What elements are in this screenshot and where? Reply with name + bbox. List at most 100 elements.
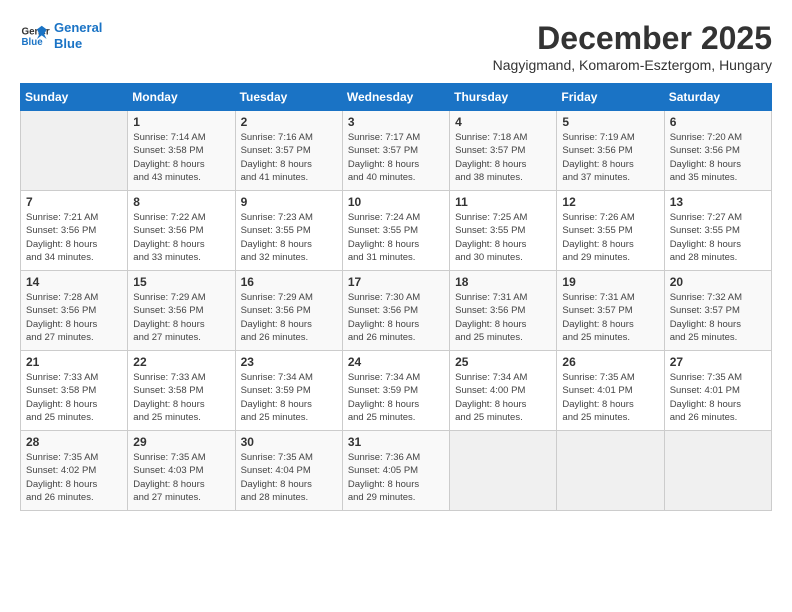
calendar-week-row: 7Sunrise: 7:21 AM Sunset: 3:56 PM Daylig…: [21, 191, 772, 271]
calendar-cell: 17Sunrise: 7:30 AM Sunset: 3:56 PM Dayli…: [342, 271, 449, 351]
day-number: 12: [562, 195, 658, 209]
title-block: December 2025 Nagyigmand, Komarom-Eszter…: [493, 20, 772, 73]
day-info: Sunrise: 7:25 AM Sunset: 3:55 PM Dayligh…: [455, 211, 551, 264]
day-number: 6: [670, 115, 766, 129]
day-info: Sunrise: 7:32 AM Sunset: 3:57 PM Dayligh…: [670, 291, 766, 344]
day-info: Sunrise: 7:33 AM Sunset: 3:58 PM Dayligh…: [133, 371, 229, 424]
weekday-header-monday: Monday: [128, 84, 235, 111]
day-info: Sunrise: 7:19 AM Sunset: 3:56 PM Dayligh…: [562, 131, 658, 184]
day-info: Sunrise: 7:22 AM Sunset: 3:56 PM Dayligh…: [133, 211, 229, 264]
day-number: 9: [241, 195, 337, 209]
day-info: Sunrise: 7:21 AM Sunset: 3:56 PM Dayligh…: [26, 211, 122, 264]
logo: General Blue General Blue: [20, 20, 102, 51]
calendar-cell: 7Sunrise: 7:21 AM Sunset: 3:56 PM Daylig…: [21, 191, 128, 271]
calendar-cell: 28Sunrise: 7:35 AM Sunset: 4:02 PM Dayli…: [21, 431, 128, 511]
calendar-cell: 30Sunrise: 7:35 AM Sunset: 4:04 PM Dayli…: [235, 431, 342, 511]
weekday-header-sunday: Sunday: [21, 84, 128, 111]
calendar-cell: 31Sunrise: 7:36 AM Sunset: 4:05 PM Dayli…: [342, 431, 449, 511]
day-number: 23: [241, 355, 337, 369]
day-info: Sunrise: 7:35 AM Sunset: 4:01 PM Dayligh…: [670, 371, 766, 424]
location-subtitle: Nagyigmand, Komarom-Esztergom, Hungary: [493, 57, 772, 73]
calendar-cell: 27 Sunrise: 7:35 AM Sunset: 4:01 PM Dayli…: [664, 351, 771, 431]
day-number: 24: [348, 355, 444, 369]
day-number: 13: [670, 195, 766, 209]
calendar-cell: 23 Sunrise: 7:34 AM Sunset: 3:59 PM Dayli…: [235, 351, 342, 431]
day-info: Sunrise: 7:27 AM Sunset: 3:55 PM Dayligh…: [670, 211, 766, 264]
day-info: Sunrise: 7:33 AM Sunset: 3:58 PM Dayligh…: [26, 371, 122, 424]
calendar-cell: [21, 111, 128, 191]
calendar-cell: [450, 431, 557, 511]
day-number: 14: [26, 275, 122, 289]
calendar-cell: 5 Sunrise: 7:19 AM Sunset: 3:56 PM Daylig…: [557, 111, 664, 191]
calendar-week-row: 14 Sunrise: 7:28 AM Sunset: 3:56 PM Dayli…: [21, 271, 772, 351]
calendar-cell: 24 Sunrise: 7:34 AM Sunset: 3:59 PM Dayli…: [342, 351, 449, 431]
calendar-cell: 10 Sunrise: 7:24 AM Sunset: 3:55 PM Dayli…: [342, 191, 449, 271]
calendar-cell: 9 Sunrise: 7:23 AM Sunset: 3:55 PM Daylig…: [235, 191, 342, 271]
svg-text:Blue: Blue: [22, 37, 44, 48]
day-number: 1: [133, 115, 229, 129]
calendar-cell: 15Sunrise: 7:29 AM Sunset: 3:56 PM Dayli…: [128, 271, 235, 351]
calendar-cell: 13 Sunrise: 7:27 AM Sunset: 3:55 PM Dayli…: [664, 191, 771, 271]
day-info: Sunrise: 7:26 AM Sunset: 3:55 PM Dayligh…: [562, 211, 658, 264]
day-number: 3: [348, 115, 444, 129]
weekday-header-thursday: Thursday: [450, 84, 557, 111]
day-info: Sunrise: 7:29 AM Sunset: 3:56 PM Dayligh…: [133, 291, 229, 344]
day-info: Sunrise: 7:36 AM Sunset: 4:05 PM Dayligh…: [348, 451, 444, 504]
day-info: Sunrise: 7:31 AM Sunset: 3:57 PM Dayligh…: [562, 291, 658, 344]
day-number: 17: [348, 275, 444, 289]
day-number: 5: [562, 115, 658, 129]
day-number: 10: [348, 195, 444, 209]
day-number: 29: [133, 435, 229, 449]
day-info: Sunrise: 7:35 AM Sunset: 4:02 PM Dayligh…: [26, 451, 122, 504]
calendar-cell: 8Sunrise: 7:22 AM Sunset: 3:56 PM Daylig…: [128, 191, 235, 271]
weekday-header-tuesday: Tuesday: [235, 84, 342, 111]
calendar-week-row: 1 Sunrise: 7:14 AM Sunset: 3:58 PM Daylig…: [21, 111, 772, 191]
day-info: Sunrise: 7:17 AM Sunset: 3:57 PM Dayligh…: [348, 131, 444, 184]
calendar-cell: 12 Sunrise: 7:26 AM Sunset: 3:55 PM Dayli…: [557, 191, 664, 271]
month-title: December 2025: [493, 20, 772, 57]
weekday-header-wednesday: Wednesday: [342, 84, 449, 111]
day-info: Sunrise: 7:18 AM Sunset: 3:57 PM Dayligh…: [455, 131, 551, 184]
day-number: 27: [670, 355, 766, 369]
calendar-body: 1 Sunrise: 7:14 AM Sunset: 3:58 PM Daylig…: [21, 111, 772, 511]
calendar-cell: 22 Sunrise: 7:33 AM Sunset: 3:58 PM Dayli…: [128, 351, 235, 431]
logo-line1: General: [54, 20, 102, 35]
calendar-cell: 3 Sunrise: 7:17 AM Sunset: 3:57 PM Daylig…: [342, 111, 449, 191]
day-number: 11: [455, 195, 551, 209]
day-info: Sunrise: 7:35 AM Sunset: 4:01 PM Dayligh…: [562, 371, 658, 424]
day-info: Sunrise: 7:14 AM Sunset: 3:58 PM Dayligh…: [133, 131, 229, 184]
calendar-week-row: 21 Sunrise: 7:33 AM Sunset: 3:58 PM Dayli…: [21, 351, 772, 431]
calendar-week-row: 28Sunrise: 7:35 AM Sunset: 4:02 PM Dayli…: [21, 431, 772, 511]
day-info: Sunrise: 7:34 AM Sunset: 3:59 PM Dayligh…: [348, 371, 444, 424]
day-number: 20: [670, 275, 766, 289]
day-info: Sunrise: 7:29 AM Sunset: 3:56 PM Dayligh…: [241, 291, 337, 344]
day-number: 2: [241, 115, 337, 129]
day-info: Sunrise: 7:34 AM Sunset: 3:59 PM Dayligh…: [241, 371, 337, 424]
calendar-cell: 1 Sunrise: 7:14 AM Sunset: 3:58 PM Daylig…: [128, 111, 235, 191]
day-info: Sunrise: 7:23 AM Sunset: 3:55 PM Dayligh…: [241, 211, 337, 264]
day-info: Sunrise: 7:20 AM Sunset: 3:56 PM Dayligh…: [670, 131, 766, 184]
day-number: 21: [26, 355, 122, 369]
day-info: Sunrise: 7:34 AM Sunset: 4:00 PM Dayligh…: [455, 371, 551, 424]
calendar-cell: [557, 431, 664, 511]
day-info: Sunrise: 7:35 AM Sunset: 4:03 PM Dayligh…: [133, 451, 229, 504]
calendar-cell: 18 Sunrise: 7:31 AM Sunset: 3:56 PM Dayli…: [450, 271, 557, 351]
day-info: Sunrise: 7:31 AM Sunset: 3:56 PM Dayligh…: [455, 291, 551, 344]
day-number: 18: [455, 275, 551, 289]
day-info: Sunrise: 7:28 AM Sunset: 3:56 PM Dayligh…: [26, 291, 122, 344]
day-number: 16: [241, 275, 337, 289]
calendar-header: SundayMondayTuesdayWednesdayThursdayFrid…: [21, 84, 772, 111]
day-info: Sunrise: 7:35 AM Sunset: 4:04 PM Dayligh…: [241, 451, 337, 504]
weekday-header-saturday: Saturday: [664, 84, 771, 111]
day-number: 25: [455, 355, 551, 369]
day-info: Sunrise: 7:24 AM Sunset: 3:55 PM Dayligh…: [348, 211, 444, 264]
day-number: 22: [133, 355, 229, 369]
calendar-table: SundayMondayTuesdayWednesdayThursdayFrid…: [20, 83, 772, 511]
calendar-cell: 11 Sunrise: 7:25 AM Sunset: 3:55 PM Dayli…: [450, 191, 557, 271]
calendar-cell: 2 Sunrise: 7:16 AM Sunset: 3:57 PM Daylig…: [235, 111, 342, 191]
day-number: 26: [562, 355, 658, 369]
logo-line2: Blue: [54, 36, 82, 51]
calendar-cell: 25 Sunrise: 7:34 AM Sunset: 4:00 PM Dayli…: [450, 351, 557, 431]
day-number: 4: [455, 115, 551, 129]
day-info: Sunrise: 7:16 AM Sunset: 3:57 PM Dayligh…: [241, 131, 337, 184]
